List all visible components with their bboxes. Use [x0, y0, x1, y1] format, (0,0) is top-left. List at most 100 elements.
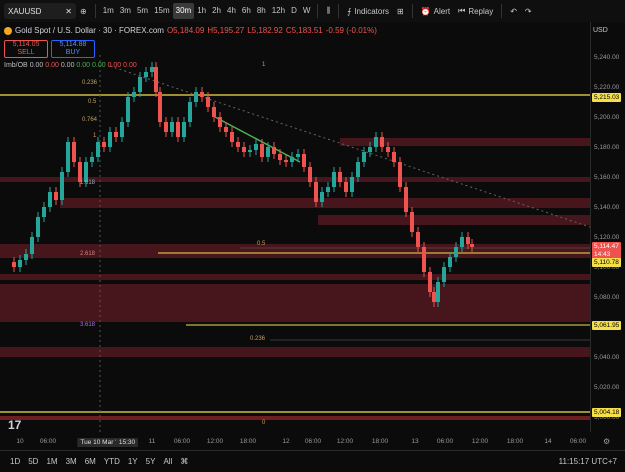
range-5D[interactable]: 5D: [24, 457, 42, 466]
imb-value-3: 0.00: [76, 62, 91, 69]
range-1Y[interactable]: 1Y: [124, 457, 142, 466]
range-All[interactable]: All: [159, 457, 176, 466]
candle-body: [72, 142, 76, 162]
candle-body: [108, 132, 112, 147]
imb-value-2: 0.00: [60, 62, 75, 69]
price-tag-low-line: 5,061.95: [592, 321, 622, 330]
timeframe-4h[interactable]: 4h: [224, 3, 239, 19]
redo-icon[interactable]: ↷: [521, 3, 536, 19]
candle-body: [90, 157, 94, 162]
candle-body: [410, 212, 414, 232]
fib-label-0236: 0.236: [82, 80, 98, 86]
close-icon[interactable]: ✕: [65, 7, 72, 16]
candle-body: [96, 142, 100, 157]
range-1D[interactable]: 1D: [6, 457, 24, 466]
indicators-button[interactable]: ⨍ Indicators: [343, 3, 393, 19]
imb-value-0: 0.00: [29, 62, 44, 69]
tradingview-logo[interactable]: 17: [8, 418, 21, 432]
range-buttons: 1D 5D 1M 3M 6M YTD 1Y 5Y All: [6, 457, 176, 466]
timeframe-5m[interactable]: 5m: [134, 3, 151, 19]
bottom-bar: 1D 5D 1M 3M 6M YTD 1Y 5Y All ⌘ 11:15:17 UTC+7: [0, 450, 625, 472]
candle-body: [206, 97, 210, 107]
fib-label-1: 1: [93, 133, 97, 139]
order-block-zone: [0, 347, 590, 357]
x-tick: 12:00: [471, 438, 489, 445]
replay-label: Replay: [468, 6, 494, 16]
timeframe-1h[interactable]: 1h: [194, 3, 209, 19]
range-6M[interactable]: 6M: [81, 457, 100, 466]
candle-body: [284, 160, 288, 162]
candle-body: [54, 192, 58, 200]
range-3M[interactable]: 3M: [62, 457, 81, 466]
add-symbol-icon[interactable]: ⊕: [76, 3, 91, 19]
fib-label-0764: 0.764: [82, 117, 98, 123]
fib-label-05b: 0.5: [257, 241, 266, 247]
x-tick: 15:30: [115, 438, 139, 447]
fib-label-1618: 1.618: [80, 180, 96, 186]
order-block-zone: [0, 284, 590, 322]
price-tag-top-line: 5,215.03: [592, 93, 622, 102]
candle-body: [272, 147, 276, 154]
candle-body: [404, 187, 408, 212]
buy-button[interactable]: 5,114.88 BUY: [51, 40, 95, 58]
imb-ob-indicator[interactable]: Imb/OB 0.00 0.00 0.00 0.00 0.00 0.00 0.0…: [4, 62, 137, 69]
candle-body: [326, 187, 330, 192]
x-tick: 06:00: [569, 438, 587, 445]
timeframe-12h[interactable]: 12h: [269, 3, 288, 19]
candle-body: [182, 122, 186, 137]
x-tick: 18:00: [506, 438, 524, 445]
candle-body: [48, 192, 52, 207]
range-YTD[interactable]: YTD: [100, 457, 124, 466]
buy-label: BUY: [65, 49, 81, 56]
candle-body: [314, 182, 318, 202]
clock[interactable]: 11:15:17 UTC+7: [559, 457, 617, 466]
timeframe-6h[interactable]: 6h: [239, 3, 254, 19]
timeframe-8h[interactable]: 8h: [254, 3, 269, 19]
y-tick: 5,040.00: [594, 354, 620, 361]
candle-body: [144, 72, 148, 77]
currency-label[interactable]: USD: [593, 27, 608, 34]
y-tick: 5,160.00: [594, 174, 620, 181]
legend-title: Gold Spot / U.S. Dollar · 30 · FOREX.com: [15, 26, 164, 35]
chart-type-icon[interactable]: ⫼: [322, 3, 334, 19]
x-tick: 11: [148, 438, 156, 445]
x-tick: 12:00: [206, 438, 224, 445]
candle-body: [132, 92, 136, 97]
undo-icon[interactable]: ↶: [506, 3, 521, 19]
imb-label: Imb/OB: [4, 62, 28, 69]
candle-body: [350, 177, 354, 192]
candle-body: [114, 132, 118, 137]
range-1M[interactable]: 1M: [42, 457, 61, 466]
x-tick: 06:00: [304, 438, 322, 445]
timeframe-30m[interactable]: 30m: [172, 3, 195, 19]
replay-button[interactable]: ⏮ Replay: [454, 3, 497, 19]
range-5Y[interactable]: 5Y: [142, 457, 160, 466]
level-lines: [0, 55, 590, 432]
x-tick: 12: [282, 438, 290, 445]
buy-price: 5,114.88: [59, 41, 87, 48]
candle-body: [422, 247, 426, 272]
calendar-icon[interactable]: ⌘: [180, 457, 188, 466]
legend-change: -0.59 (-0.01%): [325, 26, 377, 35]
fib-label-0236b: 0.236: [250, 336, 266, 342]
imb-value-5: 0.00: [107, 62, 122, 69]
candle-body: [302, 154, 306, 167]
timeframe-2h[interactable]: 2h: [209, 3, 224, 19]
alert-button[interactable]: ⏰ Alert: [417, 3, 454, 19]
candle-body: [170, 122, 174, 132]
symbol-search[interactable]: XAUUSD ✕: [4, 3, 76, 19]
settings-icon[interactable]: ⚙: [603, 437, 610, 446]
fib-label-0: 0: [262, 420, 266, 426]
timeframe-1m[interactable]: 1m: [100, 3, 117, 19]
candle-body: [436, 282, 440, 302]
timeframe-D[interactable]: D: [288, 3, 300, 19]
timeframe-W[interactable]: W: [300, 3, 314, 19]
legend-high: H5,195.27: [207, 26, 245, 35]
layout-icon[interactable]: ⊞: [393, 3, 408, 19]
candle-body: [428, 272, 432, 292]
timeframe-15m[interactable]: 15m: [151, 3, 173, 19]
sell-button[interactable]: 5,114.05 SELL: [4, 40, 48, 58]
indicators-label: Indicators: [354, 6, 389, 16]
timeframe-3m[interactable]: 3m: [117, 3, 134, 19]
candle-body: [236, 142, 240, 147]
